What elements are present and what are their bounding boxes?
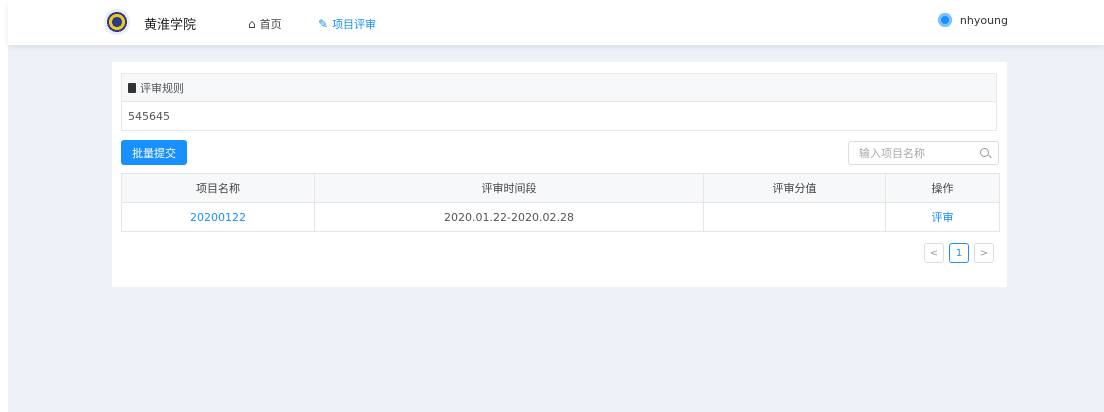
- nav-home-label: 首页: [259, 18, 282, 31]
- page-1-button[interactable]: 1: [949, 243, 969, 263]
- review-period-cell: 2020.01.22-2020.02.28: [314, 202, 704, 232]
- rules-title: 评审规则: [140, 81, 184, 95]
- project-name-cell: 20200122: [121, 202, 315, 232]
- column-header-project-name[interactable]: 项目名称: [121, 173, 315, 203]
- nav-project-review[interactable]: ✎ 项目评审: [318, 16, 376, 32]
- review-action-link[interactable]: 评审: [932, 211, 954, 224]
- review-score-cell: [703, 202, 886, 232]
- column-header-review-period[interactable]: 评审时间段: [314, 173, 704, 203]
- nav-project-review-label: 项目评审: [332, 18, 377, 31]
- next-page-button[interactable]: >: [974, 243, 994, 263]
- column-header-review-score[interactable]: 评审分值: [703, 173, 886, 203]
- action-cell: 评审: [885, 202, 1000, 232]
- nav-home[interactable]: ⌂ 首页: [248, 16, 282, 32]
- table-row: 20200122 2020.01.22-2020.02.28 评审: [121, 202, 1000, 232]
- school-logo: [104, 9, 130, 35]
- project-table: 项目名称 评审时间段 评审分值 操作 20200122 2020.01.22-2…: [121, 173, 1000, 232]
- pagination: < 1 >: [924, 243, 994, 263]
- batch-submit-button[interactable]: 批量提交: [121, 140, 187, 165]
- avatar: [937, 13, 952, 27]
- rules-header: 评审规则: [121, 73, 997, 102]
- brand-name: 黄淮学院: [144, 18, 197, 33]
- book-icon: [128, 82, 136, 93]
- edit-icon: ✎: [318, 17, 329, 31]
- column-header-actions[interactable]: 操作: [885, 173, 1000, 203]
- app-window: 黄淮学院 ⌂ 首页 ✎ 项目评审 nhyoung 评审规则 545645 批量提…: [0, 0, 1104, 412]
- project-name-link[interactable]: 20200122: [190, 211, 246, 224]
- prev-page-button[interactable]: <: [924, 243, 944, 263]
- username: nhyoung: [959, 13, 1008, 27]
- home-icon: ⌂: [248, 17, 256, 31]
- search-input[interactable]: [857, 145, 971, 161]
- rules-content: 545645: [121, 101, 997, 131]
- user-menu[interactable]: nhyoung: [937, 13, 1008, 27]
- table-header-row: 项目名称 评审时间段 评审分值 操作: [121, 173, 1000, 203]
- search-box[interactable]: [848, 141, 999, 165]
- search-icon[interactable]: [980, 148, 989, 157]
